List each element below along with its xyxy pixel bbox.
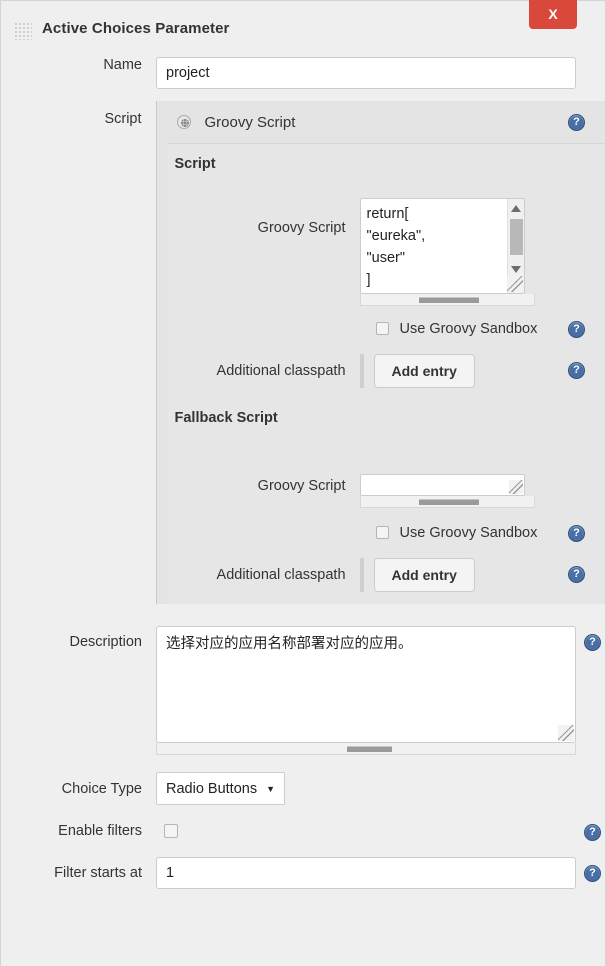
use-groovy-sandbox-label: Use Groovy Sandbox	[399, 321, 538, 337]
fallback-sandbox-row: Use Groovy Sandbox ?	[167, 522, 605, 544]
description-textarea[interactable]: 选择对应的应用名称部署对应的应用。	[156, 626, 576, 743]
groovy-script-value: return[ "eureka", "user" ]	[366, 206, 426, 288]
fallback-textarea-wrap	[359, 474, 535, 508]
drag-grip-icon[interactable]	[15, 23, 32, 40]
groovy-script-textarea[interactable]: return[ "eureka", "user" ]	[359, 198, 525, 294]
resize-grip-icon[interactable]	[506, 276, 523, 292]
description-textarea-wrap: 选择对应的应用名称部署对应的应用。	[156, 626, 576, 755]
sandbox-spacer	[175, 318, 360, 340]
dialog-header: Active Choices Parameter X	[1, 0, 605, 49]
groovy-script-radio-row[interactable]: Groovy Script ?	[157, 101, 605, 143]
script-section-title: Script	[174, 156, 216, 172]
filter-starts-at-row: Filter starts at ?	[1, 857, 605, 889]
groovy-script-radio[interactable]	[176, 115, 191, 129]
filter-starts-at-label: Filter starts at	[54, 865, 142, 881]
use-groovy-sandbox-checkbox[interactable]	[375, 322, 389, 335]
help-icon-fallback-sandbox[interactable]: ?	[568, 525, 585, 542]
scroll-thumb[interactable]	[509, 219, 523, 255]
script-row: Script Groovy Script ? Script Groovy Scr…	[1, 101, 605, 604]
filter-starts-at-input[interactable]	[156, 857, 576, 889]
script-panel: Groovy Script ? Script Groovy Script ret…	[155, 101, 605, 604]
active-choices-parameter-dialog: Active Choices Parameter X Name Script G…	[0, 0, 606, 966]
sandbox-row: Use Groovy Sandbox ?	[167, 318, 605, 340]
help-icon-script[interactable]: ?	[568, 114, 585, 131]
script-inner-panel: Script Groovy Script return[ "eureka", "…	[166, 143, 605, 604]
enable-filters-checkbox[interactable]	[164, 824, 178, 838]
fallback-groovy-script-field-row: Groovy Script	[167, 474, 605, 508]
help-icon-description[interactable]: ?	[584, 634, 601, 651]
fallback-groovy-script-label: Groovy Script	[257, 478, 346, 494]
description-hscroll-thumb[interactable]	[347, 746, 392, 752]
help-icon-filter-starts-at[interactable]: ?	[584, 865, 601, 882]
help-icon-classpath[interactable]: ?	[568, 362, 585, 379]
fallback-hscrollbar[interactable]	[359, 496, 535, 508]
description-label: Description	[69, 634, 142, 650]
groovy-script-hscrollbar[interactable]	[359, 294, 535, 306]
chevron-down-icon: ▼	[266, 783, 276, 794]
name-input[interactable]	[156, 57, 576, 89]
fallback-use-groovy-sandbox-label: Use Groovy Sandbox	[399, 525, 538, 541]
choice-type-label: Choice Type	[61, 780, 142, 797]
choice-type-select[interactable]: Radio Buttons ▼	[156, 772, 286, 805]
fallback-groovy-script-textarea[interactable]	[359, 474, 525, 496]
scroll-down-icon[interactable]	[510, 266, 521, 273]
scroll-up-icon[interactable]	[510, 205, 521, 212]
groovy-script-field-row: Groovy Script return[ "eureka", "user" ]	[167, 198, 605, 306]
additional-classpath-label: Additional classpath	[216, 363, 346, 379]
choice-type-row: Choice Type Radio Buttons ▼	[1, 772, 605, 805]
fallback-sandbox-spacer	[175, 522, 360, 544]
classpath-row: Additional classpath Add entry ?	[167, 354, 605, 388]
fallback-resize-grip-icon[interactable]	[508, 480, 523, 494]
help-icon-fallback-classpath[interactable]: ?	[568, 566, 585, 583]
fallback-add-entry-button[interactable]: Add entry	[373, 558, 475, 592]
description-row: Description 选择对应的应用名称部署对应的应用。 ?	[1, 626, 605, 755]
fallback-groovy-script-value	[361, 475, 524, 477]
page-title: Active Choices Parameter	[42, 20, 230, 37]
fallback-hscroll-thumb[interactable]	[418, 499, 479, 505]
help-icon-enable-filters[interactable]: ?	[584, 824, 601, 841]
script-label: Script	[104, 111, 142, 127]
description-resize-grip-icon[interactable]	[558, 725, 574, 741]
classpath-divider	[359, 354, 364, 388]
help-icon-sandbox[interactable]: ?	[568, 321, 585, 338]
description-hscrollbar[interactable]	[156, 743, 576, 755]
fallback-classpath-row: Additional classpath Add entry ?	[167, 558, 605, 592]
fallback-script-section-title: Fallback Script	[174, 410, 278, 426]
groovy-script-textarea-wrap: return[ "eureka", "user" ]	[359, 198, 535, 306]
hscroll-thumb[interactable]	[418, 297, 479, 303]
description-value: 选择对应的应用名称部署对应的应用。	[166, 636, 413, 652]
fallback-additional-classpath-label: Additional classpath	[216, 567, 346, 583]
name-label: Name	[103, 57, 142, 73]
fallback-classpath-divider	[359, 558, 364, 592]
choice-type-value: Radio Buttons	[166, 780, 258, 797]
add-entry-button[interactable]: Add entry	[373, 354, 475, 388]
enable-filters-label: Enable filters	[58, 823, 142, 839]
close-button[interactable]: X	[529, 0, 577, 29]
groovy-script-label: Groovy Script	[257, 220, 346, 236]
name-row: Name	[1, 49, 605, 89]
enable-filters-row: Enable filters ?	[1, 823, 605, 841]
groovy-script-radio-label: Groovy Script	[204, 113, 296, 131]
fallback-use-groovy-sandbox-checkbox[interactable]	[375, 526, 389, 539]
